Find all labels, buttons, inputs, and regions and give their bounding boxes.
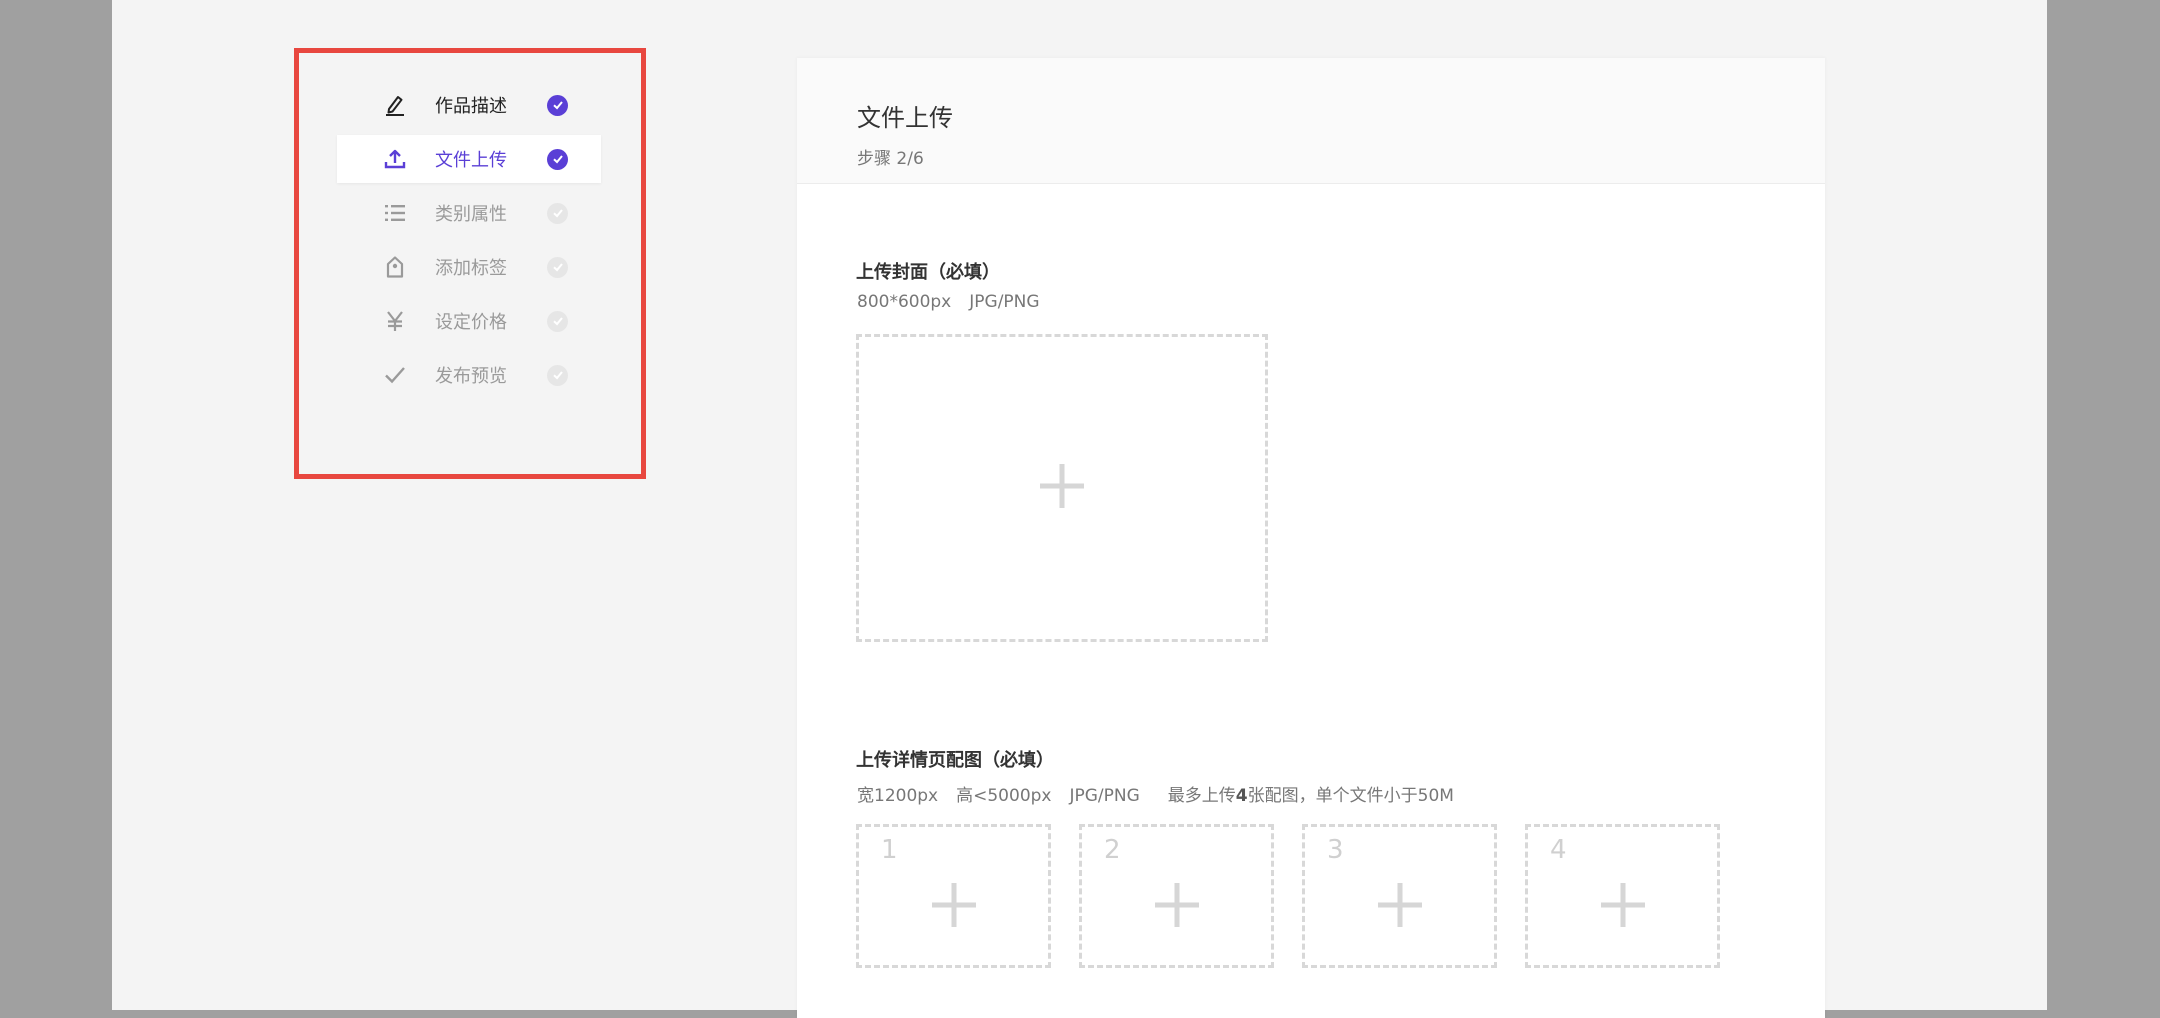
check-circle-icon xyxy=(547,364,568,386)
step-label: 添加标签 xyxy=(435,258,507,279)
slot-number: 3 xyxy=(1327,835,1344,865)
page-background: 作品描述 文件上传 类别属性 添加标签 设定价格 发布预览 文件上传 步骤 2/… xyxy=(112,0,2047,1018)
check-circle-icon xyxy=(547,256,568,278)
check-circle-icon xyxy=(547,202,568,224)
step-item-description[interactable]: 作品描述 xyxy=(337,81,601,129)
plus-icon xyxy=(930,881,978,933)
cover-spec: 800*600px JPG/PNG xyxy=(857,292,1040,312)
details-spec-format: JPG/PNG xyxy=(1069,786,1140,806)
cover-spec-format: JPG/PNG xyxy=(969,292,1040,312)
check-circle-icon xyxy=(547,310,568,332)
details-section-title: 上传详情页配图（必填） xyxy=(856,750,1054,771)
step-label: 作品描述 xyxy=(435,96,507,117)
upload-card: 文件上传 步骤 2/6 上传封面（必填） 800*600px JPG/PNG 上传… xyxy=(797,58,1825,1018)
detail-image-slot[interactable]: 4 xyxy=(1525,824,1720,968)
tag-icon xyxy=(383,255,407,279)
card-header: 文件上传 步骤 2/6 xyxy=(797,58,1825,184)
detail-image-slot[interactable]: 3 xyxy=(1302,824,1497,968)
cover-spec-size: 800*600px xyxy=(857,292,952,312)
check-circle-icon xyxy=(547,94,568,116)
step-item-upload[interactable]: 文件上传 xyxy=(337,135,601,183)
page-title: 文件上传 xyxy=(857,104,953,132)
step-label: 类别属性 xyxy=(435,204,507,225)
step-item-price[interactable]: 设定价格 xyxy=(337,297,601,345)
step-label: 设定价格 xyxy=(435,312,507,333)
pencil-icon xyxy=(383,93,407,117)
plus-icon xyxy=(1599,881,1647,933)
step-item-category[interactable]: 类别属性 xyxy=(337,189,601,237)
list-icon xyxy=(383,201,407,225)
step-sidebar: 作品描述 文件上传 类别属性 添加标签 设定价格 发布预览 xyxy=(294,48,646,479)
step-label: 文件上传 xyxy=(435,150,507,171)
details-spec-width: 宽1200px xyxy=(857,786,939,806)
plus-icon xyxy=(1153,881,1201,933)
plus-icon xyxy=(1038,462,1086,514)
plus-icon xyxy=(1376,881,1424,933)
slot-number: 2 xyxy=(1104,835,1121,865)
details-spec-height: 高<5000px xyxy=(956,786,1052,806)
slot-number: 4 xyxy=(1550,835,1567,865)
details-spec-limit-suffix: 张配图，单个文件小于50M xyxy=(1247,786,1454,806)
detail-image-slot[interactable]: 2 xyxy=(1079,824,1274,968)
upload-icon xyxy=(383,147,407,171)
step-indicator: 步骤 2/6 xyxy=(857,149,924,169)
step-item-preview[interactable]: 发布预览 xyxy=(337,351,601,399)
cover-upload-dropzone[interactable] xyxy=(856,334,1268,642)
detail-image-slot[interactable]: 1 xyxy=(856,824,1051,968)
slot-number: 1 xyxy=(881,835,898,865)
checkmark-icon xyxy=(383,363,407,387)
step-item-tags[interactable]: 添加标签 xyxy=(337,243,601,291)
details-spec-limit-count: 4 xyxy=(1235,786,1248,806)
check-circle-icon xyxy=(547,148,568,170)
details-spec-limit-prefix: 最多上传 xyxy=(1167,786,1236,806)
details-spec: 宽1200px 高<5000px JPG/PNG 最多上传4张配图，单个文件小于50M xyxy=(857,781,1454,806)
yen-icon xyxy=(383,309,407,333)
cover-section-title: 上传封面（必填） xyxy=(856,262,1000,283)
step-label: 发布预览 xyxy=(435,366,507,387)
